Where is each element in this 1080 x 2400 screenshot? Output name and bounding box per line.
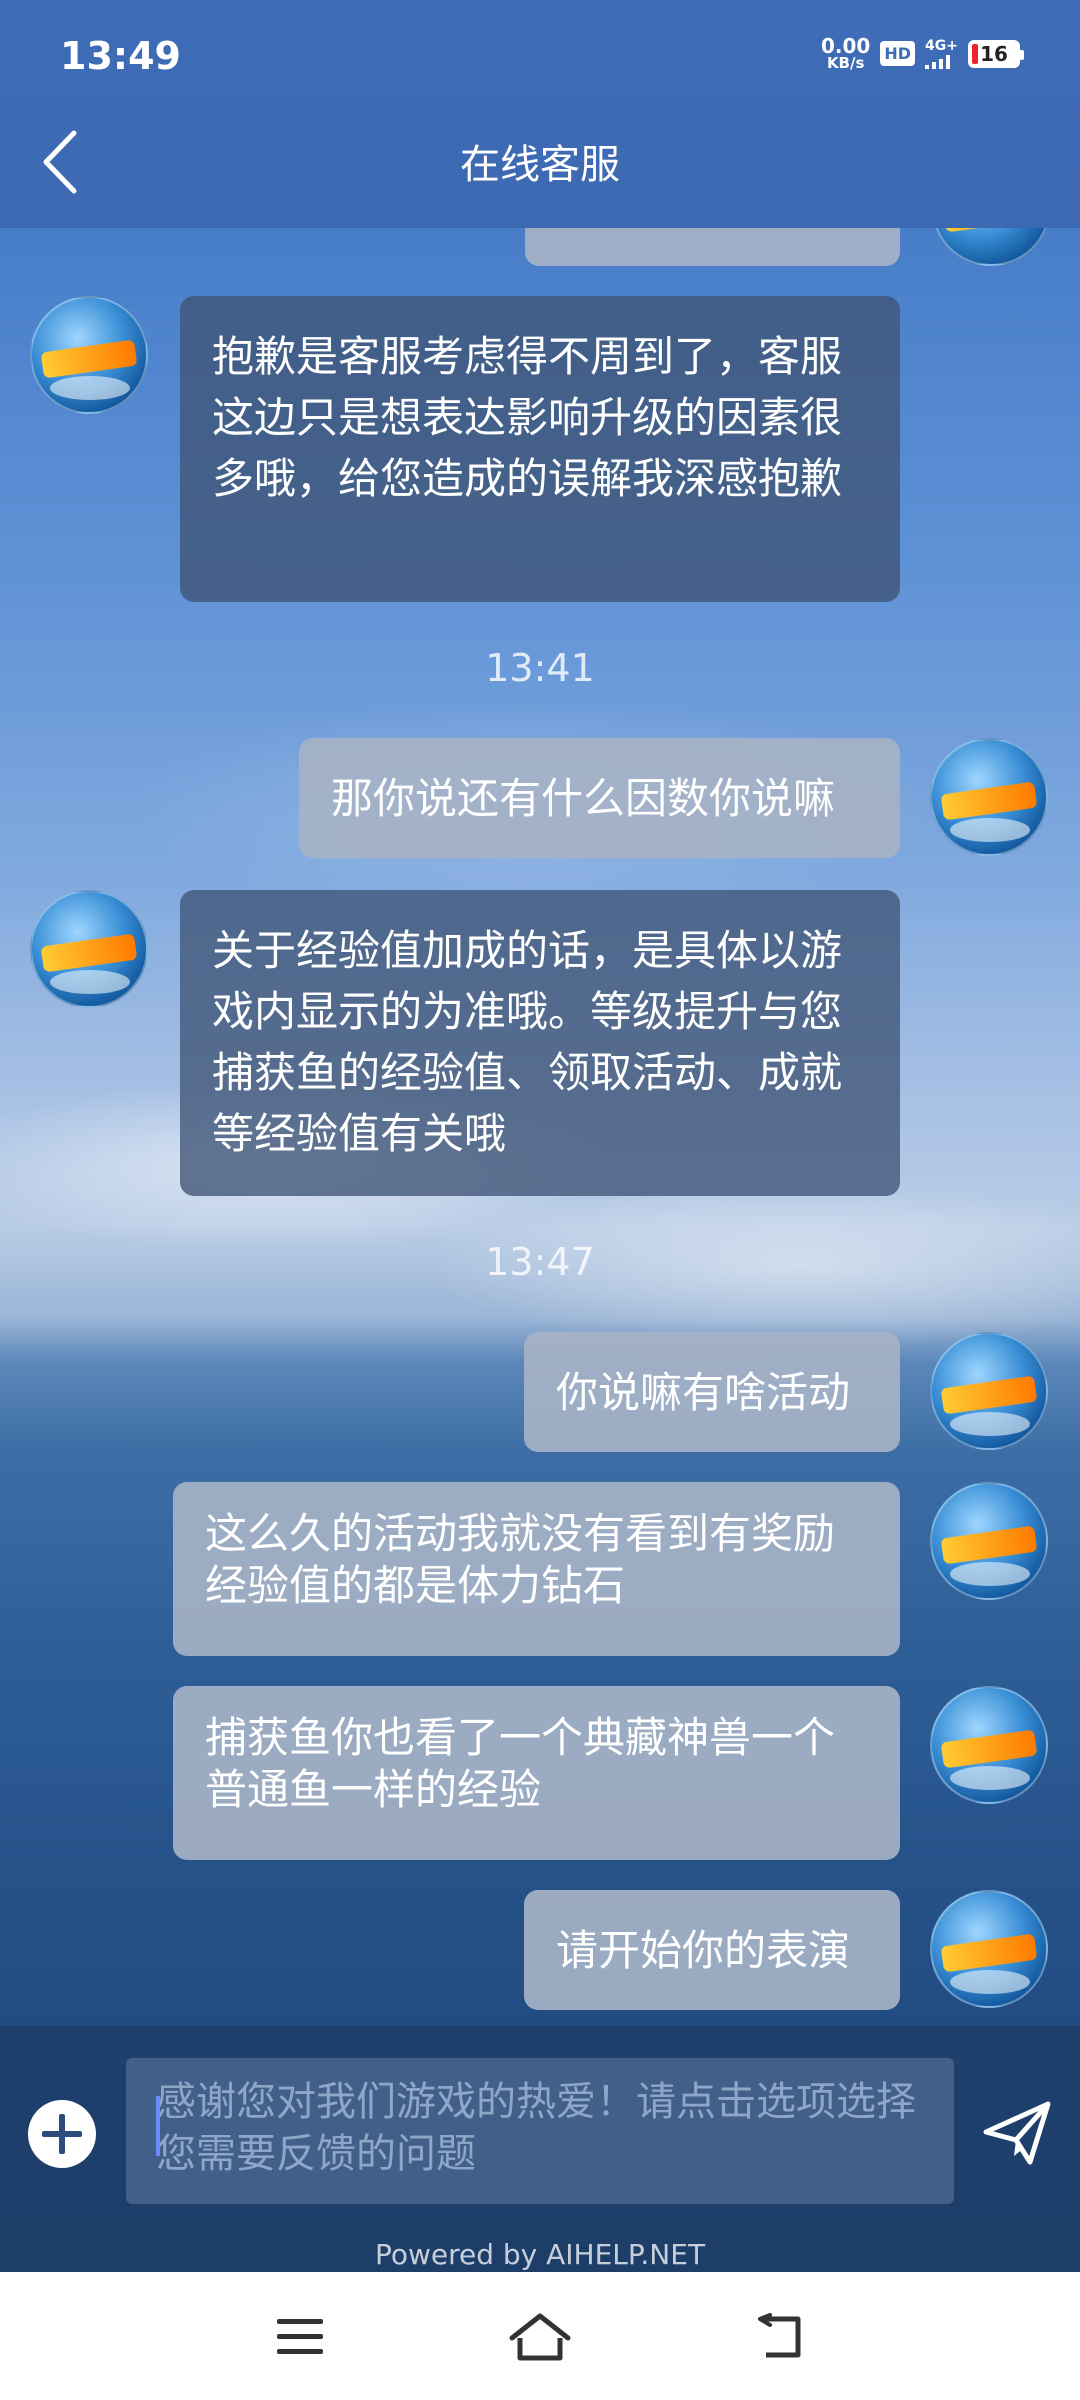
- hd-icon: HD: [880, 41, 916, 66]
- user-message: 你说嘛有啥活动: [524, 1332, 900, 1452]
- battery-icon: 16: [968, 39, 1024, 68]
- user-message: 请开始你的表演: [524, 1890, 900, 2010]
- user-message: 这么久的活动我就没有看到有奖励经验值的都是体力钻石: [173, 1482, 900, 1656]
- chat-screen: 抱歉是客服考虑得不周到了，客服这边只是想表达影响升级的因素很多哦，给您造成的误解…: [0, 0, 1080, 2272]
- timestamp: 13:47: [485, 1240, 595, 1284]
- user-avatar: [930, 1686, 1048, 1804]
- status-time: 13:49: [60, 34, 181, 78]
- message-input[interactable]: 感谢您对我们游戏的热爱！请点击选项选择您需要反馈的问题: [126, 2058, 954, 2204]
- user-avatar: [930, 1332, 1048, 1450]
- input-placeholder: 感谢您对我们游戏的热爱！请点击选项选择您需要反馈的问题: [156, 2079, 916, 2177]
- agent-message: 抱歉是客服考虑得不周到了，客服这边只是想表达影响升级的因素很多哦，给您造成的误解…: [180, 296, 900, 602]
- send-button[interactable]: [980, 2096, 1054, 2170]
- status-icons: 0.00 KB/s HD 4G+ 16: [821, 34, 1024, 72]
- signal-icon: 4G+: [925, 39, 958, 69]
- home-icon: [509, 2313, 571, 2361]
- add-attachment-button[interactable]: [28, 2100, 96, 2168]
- agent-avatar: [30, 890, 148, 1008]
- back-icon: [758, 2313, 801, 2358]
- user-avatar: [930, 1482, 1048, 1600]
- page-title: 在线客服: [460, 142, 620, 188]
- agent-avatar: [30, 296, 148, 414]
- back-nav-button[interactable]: [740, 2302, 820, 2372]
- user-message: 那你说还有什么因数你说嘛: [299, 738, 900, 858]
- system-nav-bar: [0, 2272, 1080, 2400]
- user-avatar: [930, 738, 1048, 856]
- menu-button[interactable]: [260, 2302, 340, 2372]
- user-message: 捕获鱼你也看了一个典藏神兽一个普通鱼一样的经验: [173, 1686, 900, 1860]
- menu-icon: [277, 2319, 323, 2354]
- home-button[interactable]: [500, 2302, 580, 2372]
- timestamp: 13:41: [485, 646, 595, 690]
- agent-message: 关于经验值加成的话，是具体以游戏内显示的为准哦。等级提升与您捕获鱼的经验值、领取…: [180, 890, 900, 1196]
- header-bar: 13:49 0.00 KB/s HD 4G+ 16 在线客服: [0, 0, 1080, 228]
- powered-by-label: Powered by AIHELP.NET: [374, 2238, 706, 2271]
- send-icon: [983, 2101, 1051, 2165]
- plus-circle-icon: [30, 2102, 94, 2166]
- network-speed: 0.00 KB/s: [821, 34, 871, 72]
- user-avatar: [930, 1890, 1048, 2008]
- text-cursor: [156, 2096, 160, 2156]
